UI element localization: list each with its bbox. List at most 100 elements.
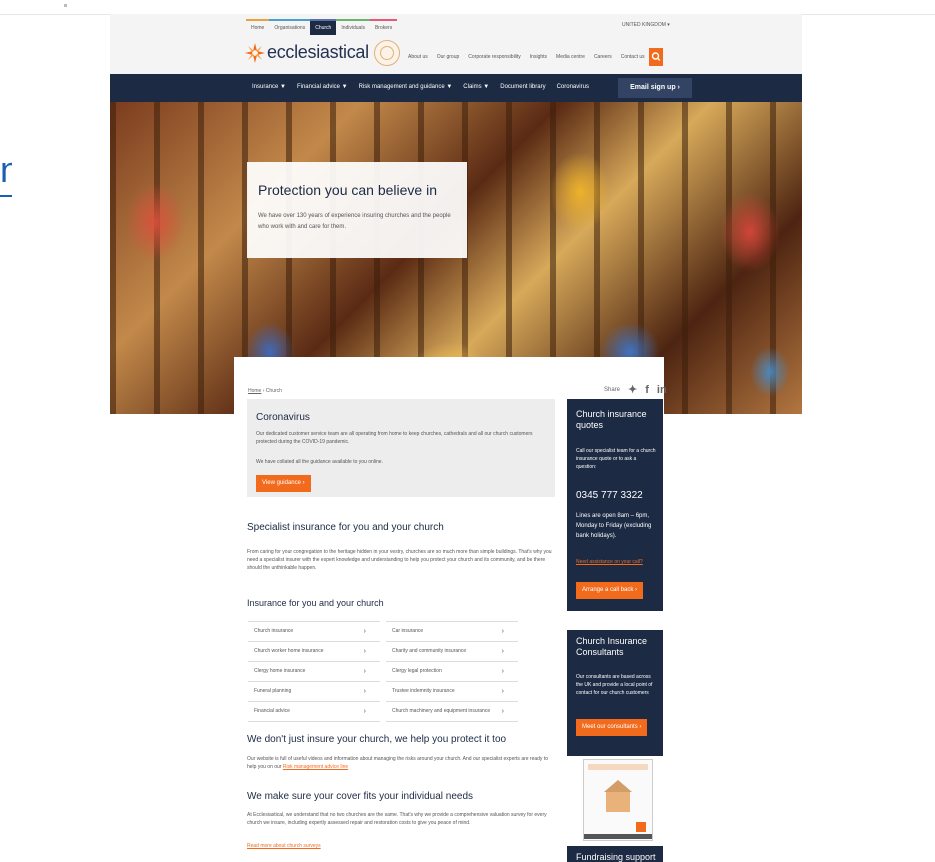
list-item[interactable]: Church worker home insurance › (248, 641, 380, 661)
site-header: Home Organisations Church Individuals Br… (110, 14, 802, 74)
country-selector[interactable]: UNITED KINGDOM ▾ (622, 22, 670, 28)
chevron-right-icon: › (363, 688, 366, 695)
list-item[interactable]: Church machinery and equipment insurance… (386, 701, 518, 722)
country-label: UNITED KINGDOM (622, 22, 666, 28)
list-item[interactable]: Clergy home insurance › (248, 661, 380, 681)
coronavirus-title: Coronavirus (256, 412, 310, 423)
util-link-insights[interactable]: Insights (530, 54, 547, 60)
chevron-right-icon: › (501, 628, 504, 635)
utility-nav: About us Our group Corporate responsibil… (408, 54, 645, 60)
church-icon (606, 792, 630, 812)
quotes-card: Church insurance quotes Call our special… (567, 399, 663, 611)
list-item-label: Funeral planning (254, 688, 292, 694)
call-assistance-link[interactable]: Need assistance on your call? (576, 559, 643, 565)
nav-insurance[interactable]: Insurance ▼ (252, 84, 286, 90)
logo-wordmark[interactable]: ecclesiastical (267, 42, 369, 63)
protect-text-block: Our website is full of useful videos and… (247, 755, 555, 771)
cup-icon (636, 822, 646, 832)
list-item-label: Car insurance (392, 628, 424, 634)
list-item[interactable]: Financial advice › (248, 701, 380, 722)
risk-advice-link[interactable]: Risk management advice line (283, 764, 348, 770)
insurance-list-title: Insurance for you and your church (247, 598, 384, 608)
breadcrumb-home[interactable]: Home (248, 388, 261, 394)
chevron-right-icon: › (363, 648, 366, 655)
nav-coronavirus[interactable]: Coronavirus (557, 84, 589, 90)
chevron-right-icon: › (501, 648, 504, 655)
main-nav: Insurance ▼ Financial advice ▼ Risk mana… (110, 74, 802, 102)
chevron-right-icon: › (501, 708, 504, 715)
phone-number[interactable]: 0345 777 3322 (576, 490, 643, 501)
breadcrumb-current: Church (265, 388, 282, 394)
list-item[interactable]: Charity and community insurance › (386, 641, 518, 661)
hero-box: Protection you can believe in We have ov… (247, 162, 467, 258)
nav-claims[interactable]: Claims ▼ (463, 84, 489, 90)
chevron-right-icon: › (501, 688, 504, 695)
coronavirus-box: Coronavirus Our dedicated customer servi… (247, 399, 555, 497)
cover-text: At Ecclesiastical, we understand that no… (247, 812, 547, 826)
list-item[interactable]: Church insurance › (248, 621, 380, 641)
list-item-label: Charity and community insurance (392, 648, 467, 654)
search-button[interactable] (649, 48, 663, 66)
facebook-icon[interactable]: f (645, 384, 649, 396)
segment-tab-brokers[interactable]: Brokers (369, 19, 398, 35)
segment-tab-individuals[interactable]: Individuals (336, 19, 370, 35)
list-item-label: Church machinery and equipment insurance (392, 708, 491, 714)
specialist-title: Specialist insurance for you and your ch… (247, 522, 444, 533)
list-item[interactable]: Car insurance › (386, 621, 518, 641)
website: Home Organisations Church Individuals Br… (110, 14, 802, 862)
util-link-contact[interactable]: Contact us (621, 54, 645, 60)
list-item[interactable]: Funeral planning › (248, 681, 380, 701)
segment-tab-home[interactable]: Home (246, 19, 270, 35)
list-item-label: Financial advice (254, 708, 290, 714)
illustration-base (584, 834, 652, 839)
strip-dot (64, 4, 67, 7)
chevron-down-icon: ▾ (667, 22, 670, 28)
nav-risk-management[interactable]: Risk management and guidance ▼ (359, 84, 453, 90)
twitter-icon[interactable]: ✦ (628, 383, 637, 396)
segment-tab-organisations[interactable]: Organisations (269, 19, 311, 35)
quotes-card-title: Church insurance quotes (576, 409, 647, 430)
email-signup-button[interactable]: Email sign up › (618, 78, 692, 98)
nav-document-library[interactable]: Document library (500, 84, 545, 90)
chevron-right-icon: › (501, 668, 504, 675)
list-item-label: Clergy home insurance (254, 668, 306, 674)
util-link-about[interactable]: About us (408, 54, 428, 60)
consultants-card: Church Insurance Consultants Our consult… (567, 630, 663, 756)
view-guidance-button[interactable]: View guidance › (256, 475, 311, 492)
util-link-careers[interactable]: Careers (594, 54, 612, 60)
breadcrumb: Home › Church (248, 388, 282, 394)
list-item[interactable]: Clergy legal protection › (386, 661, 518, 681)
list-item-label: Church insurance (254, 628, 294, 634)
fundraising-card[interactable]: Fundraising support (567, 846, 663, 862)
illustration-header (588, 764, 648, 770)
util-link-media[interactable]: Media centre (556, 54, 585, 60)
insurance-list-right: Car insurance › Charity and community ins… (386, 621, 518, 722)
linkedin-icon[interactable]: in (657, 384, 667, 396)
seal-logo-icon (374, 40, 400, 66)
stray-underlined-link[interactable]: n (0, 150, 12, 197)
list-item-label: Trustee indemnity insurance (392, 688, 455, 694)
coronavirus-text-2: We have collated all the guidance availa… (256, 459, 383, 465)
search-icon (651, 52, 661, 61)
fundraising-card-title: Fundraising support (576, 852, 656, 862)
util-link-corporate[interactable]: Corporate responsibility (468, 54, 521, 60)
specialist-text: From caring for your congregation to the… (247, 549, 552, 571)
list-item[interactable]: Trustee indemnity insurance › (386, 681, 518, 701)
segment-tab-church[interactable]: Church (310, 19, 337, 35)
quotes-card-text: Call our specialist team for a church in… (576, 448, 656, 470)
consultants-card-text: Our consultants are based across the UK … (576, 674, 653, 696)
insurance-list-left: Church insurance › Church worker home ins… (248, 621, 380, 722)
logo-star-icon[interactable] (244, 42, 266, 64)
util-link-group[interactable]: Our group (437, 54, 460, 60)
arrange-callback-button[interactable]: Arrange a call back › (576, 582, 644, 599)
church-surveys-link[interactable]: Read more about church surveys (247, 842, 321, 850)
consultants-card-title: Church Insurance Consultants (576, 636, 648, 657)
meet-consultants-button[interactable]: Meet our consultants › (576, 719, 648, 736)
fundraising-illustration (583, 759, 653, 841)
browser-top-strip (0, 0, 935, 15)
church-roof-shape (604, 780, 632, 792)
nav-financial-advice[interactable]: Financial advice ▼ (297, 84, 348, 90)
cover-title: We make sure your cover fits your indivi… (247, 791, 474, 802)
list-item-label: Clergy legal protection (392, 668, 442, 674)
chevron-right-icon: › (363, 708, 366, 715)
